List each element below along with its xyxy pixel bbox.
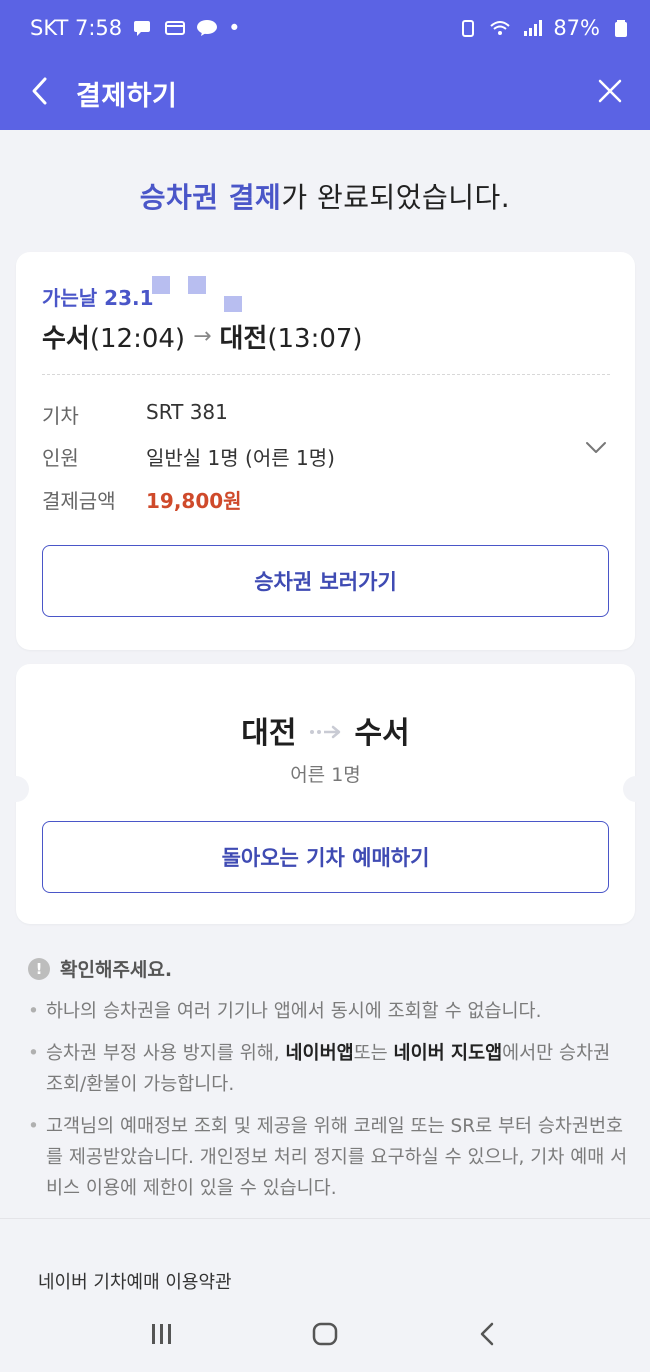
price-row: 결제금액 19,800원 bbox=[42, 485, 242, 514]
system-nav-bar bbox=[0, 1300, 650, 1372]
back-button[interactable] bbox=[0, 56, 80, 130]
battery-icon bbox=[610, 19, 632, 37]
dotted-arrow-icon bbox=[309, 713, 343, 748]
signal-icon bbox=[521, 19, 543, 37]
destination-station: 대전 bbox=[219, 324, 268, 354]
system-back-button[interactable] bbox=[468, 1316, 508, 1356]
notice-item: 하나의 승차권을 여러 기기나 앱에서 동시에 조회할 수 없습니다. bbox=[28, 996, 628, 1027]
status-dot: • bbox=[228, 16, 241, 40]
privacy-mask bbox=[152, 276, 170, 294]
notice-text: 승차권 부정 사용 방지를 위해, bbox=[46, 1043, 286, 1064]
price-label: 결제금액 bbox=[42, 489, 116, 513]
naver-app-text: 네이버앱 bbox=[285, 1043, 354, 1064]
completion-accent: 승차권 결제 bbox=[139, 181, 282, 214]
return-passengers: 어른 1명 bbox=[290, 764, 361, 786]
notice-item: 승차권 부정 사용 방지를 위해, 네이버앱또는 네이버 지도앱에서만 승차권 … bbox=[28, 1038, 628, 1100]
people-label: 인원 bbox=[42, 446, 79, 470]
notice-text: 또는 bbox=[353, 1043, 394, 1064]
close-icon bbox=[596, 77, 624, 109]
people-row: 인원 일반실 1명 (어른 1명) bbox=[42, 442, 335, 471]
departure-date: 가는날 23.1 bbox=[42, 286, 154, 310]
privacy-mask bbox=[224, 296, 242, 312]
chevron-left-icon bbox=[474, 1320, 502, 1352]
ticket-notch-left bbox=[3, 776, 29, 802]
footer-divider bbox=[0, 1218, 650, 1219]
return-origin: 대전 bbox=[241, 716, 297, 751]
ticket-card: 가는날 23.1 수서(12:04) → 대전(13:07) 기차 SRT 38… bbox=[16, 252, 635, 650]
page-title: 결제하기 bbox=[76, 80, 178, 112]
app-bar: 결제하기 bbox=[0, 56, 650, 130]
notice-section: ! 확인해주세요. 하나의 승차권을 여러 기기나 앱에서 동시에 조회할 수 … bbox=[28, 955, 628, 1215]
recycle-icon bbox=[457, 19, 479, 37]
return-trip-card: 대전 수서 어른 1명 돌아오는 기차 예매하기 bbox=[16, 664, 635, 924]
notice-header: ! 확인해주세요. bbox=[28, 955, 628, 982]
terms-link[interactable]: 네이버 기차예매 이용약관 bbox=[38, 1268, 232, 1294]
home-icon bbox=[311, 1320, 339, 1352]
destination-time: (13:07) bbox=[267, 324, 363, 354]
train-value: SRT 381 bbox=[146, 400, 228, 424]
price-value: 19,800원 bbox=[146, 489, 242, 513]
message-icon bbox=[132, 19, 154, 37]
recent-apps-button[interactable] bbox=[142, 1316, 182, 1356]
wifi-icon bbox=[489, 19, 511, 37]
status-bar: SKT 7:58 • 87% bbox=[0, 0, 650, 56]
ticket-notch-right bbox=[623, 776, 649, 802]
completion-rest: 가 완료되었습니다. bbox=[281, 181, 511, 214]
recent-apps-icon bbox=[148, 1320, 176, 1352]
train-label: 기차 bbox=[42, 404, 79, 428]
people-value: 일반실 1명 (어른 1명) bbox=[146, 446, 335, 470]
view-ticket-button[interactable]: 승차권 보러가기 bbox=[42, 545, 609, 617]
return-route: 대전 수서 bbox=[16, 708, 635, 752]
talk-icon bbox=[196, 19, 218, 37]
route-arrow-icon: → bbox=[193, 324, 212, 349]
card-icon bbox=[164, 19, 186, 37]
home-button[interactable] bbox=[305, 1316, 345, 1356]
chevron-down-icon[interactable] bbox=[585, 440, 607, 454]
naver-map-app-text: 네이버 지도앱 bbox=[393, 1043, 503, 1064]
notice-title: 확인해주세요. bbox=[60, 959, 173, 981]
notice-item: 고객님의 예매정보 조회 및 제공을 위해 코레일 또는 SR로 부터 승차권번… bbox=[28, 1111, 628, 1204]
chevron-left-icon bbox=[27, 75, 53, 111]
route-summary: 수서(12:04) → 대전(13:07) bbox=[42, 318, 363, 355]
train-row: 기차 SRT 381 bbox=[42, 400, 228, 429]
origin-station: 수서 bbox=[42, 324, 90, 354]
status-carrier-time: SKT 7:58 bbox=[30, 16, 123, 40]
dashed-divider bbox=[42, 374, 610, 375]
completion-message: 승차권 결제가 완료되었습니다. bbox=[0, 176, 650, 216]
origin-time: (12:04) bbox=[89, 324, 186, 354]
exclamation-icon: ! bbox=[28, 957, 50, 980]
battery-percent: 87% bbox=[553, 16, 600, 40]
privacy-mask bbox=[188, 276, 206, 294]
book-return-button[interactable]: 돌아오는 기차 예매하기 bbox=[42, 821, 609, 893]
close-button[interactable] bbox=[570, 56, 650, 130]
return-destination: 수서 bbox=[354, 716, 410, 751]
